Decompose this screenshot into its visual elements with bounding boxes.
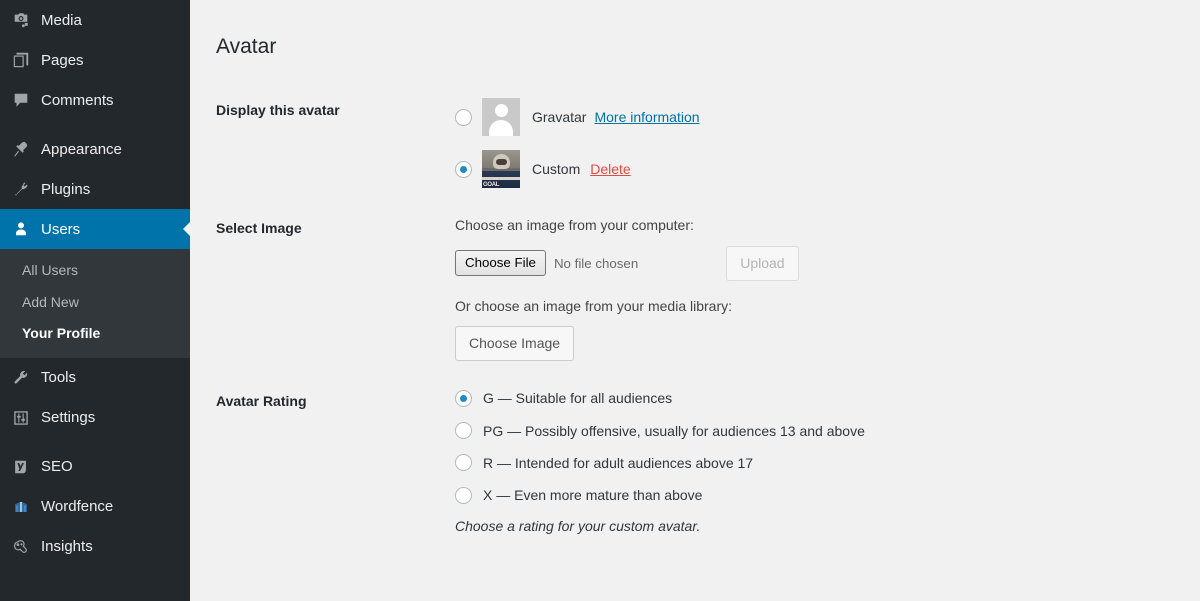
- sidebar-divider-2: [0, 438, 190, 447]
- custom-avatar-thumb: GOAL: [482, 150, 520, 189]
- computer-upload-help: Choose an image from your computer:: [455, 217, 694, 234]
- sidebar-subitem-your-profile[interactable]: Your Profile: [0, 318, 190, 350]
- pages-icon: [11, 50, 31, 70]
- choose-file-button[interactable]: Choose File: [455, 250, 546, 277]
- media-library-help: Or choose an image from your media libra…: [455, 297, 732, 314]
- sidebar-item-seo[interactable]: SEO: [0, 447, 190, 487]
- file-upload-row: Choose File No file chosen Upload: [455, 245, 1190, 281]
- rating-label-pg: PG — Possibly offensive, usually for aud…: [483, 422, 865, 439]
- gravatar-head-shape: [494, 104, 508, 118]
- sidebar-item-label: Wordfence: [41, 498, 114, 516]
- rating-label-r: R — Intended for adult audiences above 1…: [483, 454, 754, 471]
- avatar-option-custom[interactable]: GOAL Custom Delete: [455, 150, 1190, 189]
- select-image-label: Select Image: [216, 220, 302, 237]
- sidebar-item-label: Plugins: [41, 180, 91, 198]
- sidebar-item-settings[interactable]: Settings: [0, 398, 190, 438]
- sidebar-item-wordfence[interactable]: Wordfence: [0, 487, 190, 527]
- comments-icon: [11, 90, 31, 110]
- rating-label-x: X — Even more mature than above: [483, 487, 703, 504]
- settings-icon: [11, 408, 31, 428]
- rating-radio-pg[interactable]: [455, 422, 472, 440]
- users-submenu: All Users Add New Your Profile: [0, 249, 190, 358]
- avatar-file-input[interactable]: Choose File No file chosen: [455, 250, 639, 277]
- sidebar-item-label: Insights: [41, 538, 93, 556]
- main-content: Avatar Display this avatar Gravatar More…: [190, 0, 1200, 601]
- sidebar-item-label: SEO: [41, 458, 73, 476]
- select-image-controls: Choose an image from your computer: Choo…: [455, 202, 1200, 375]
- choose-image-button[interactable]: Choose Image: [455, 326, 575, 362]
- avatar-rating-description: Choose a rating for your custom avatar.: [455, 518, 701, 535]
- sidebar-item-plugins[interactable]: Plugins: [0, 169, 190, 209]
- tools-icon: [11, 368, 31, 388]
- gravatar-placeholder-thumb: [482, 98, 520, 137]
- file-status-text: No file chosen: [553, 255, 639, 271]
- sidebar-item-label: Settings: [41, 409, 96, 427]
- sidebar-subitem-add-new[interactable]: Add New: [0, 287, 190, 319]
- rating-label-g: G — Suitable for all audiences: [483, 390, 673, 407]
- delete-avatar-link[interactable]: Delete: [590, 161, 630, 177]
- avatar-settings-form: Display this avatar Gravatar More inform…: [190, 84, 1200, 548]
- sidebar-item-media[interactable]: Media: [0, 0, 190, 40]
- thumb-visor-shape: [496, 159, 507, 166]
- page-title: Avatar: [216, 35, 277, 58]
- rating-option-g[interactable]: G — Suitable for all audiences: [455, 389, 1190, 408]
- sidebar-divider-1: [0, 120, 190, 129]
- form-row-display-avatar: Display this avatar Gravatar More inform…: [190, 84, 1200, 202]
- sidebar-item-pages[interactable]: Pages: [0, 40, 190, 80]
- rating-option-r[interactable]: R — Intended for adult audiences above 1…: [455, 454, 1190, 472]
- sidebar-item-appearance[interactable]: Appearance: [0, 129, 190, 169]
- upload-button[interactable]: Upload: [726, 245, 799, 281]
- thumb-stripe-shape: [482, 177, 520, 181]
- sidebar-item-label: Users: [41, 220, 81, 238]
- insights-icon: [11, 537, 31, 557]
- plugins-icon: [11, 179, 31, 199]
- rating-option-pg[interactable]: PG — Possibly offensive, usually for aud…: [455, 422, 1190, 440]
- form-row-select-image: Select Image Choose an image from your c…: [190, 202, 1200, 375]
- more-information-link[interactable]: More information: [594, 109, 699, 125]
- avatar-rating-label: Avatar Rating: [216, 393, 307, 410]
- sidebar-item-label: Media: [41, 11, 82, 29]
- upload-button-wrapper: Upload: [726, 245, 799, 281]
- sidebar-item-label: Tools: [41, 369, 77, 387]
- rating-radio-x[interactable]: [455, 486, 472, 504]
- appearance-icon: [11, 139, 31, 159]
- sidebar-item-insights[interactable]: Insights: [0, 527, 190, 567]
- wordpress-admin-screen: Media Pages Comments Appearance Plugins …: [0, 0, 1200, 601]
- gravatar-caption: Gravatar: [532, 109, 587, 126]
- thumb-textmark: GOAL: [483, 182, 500, 189]
- sidebar-item-users[interactable]: Users: [0, 209, 190, 249]
- rating-option-x[interactable]: X — Even more mature than above: [455, 486, 1190, 504]
- media-icon: [11, 10, 31, 30]
- sidebar-item-comments[interactable]: Comments: [0, 80, 190, 120]
- wordfence-icon: [11, 497, 31, 517]
- sidebar-item-label: Appearance: [41, 140, 122, 158]
- rating-radio-g[interactable]: [455, 390, 472, 408]
- users-icon: [11, 219, 31, 239]
- sidebar-item-tools[interactable]: Tools: [0, 358, 190, 398]
- sidebar-item-label: Comments: [41, 91, 114, 109]
- sidebar-item-label: Pages: [41, 51, 84, 69]
- rating-radio-r[interactable]: [455, 454, 472, 472]
- custom-avatar-caption: Custom: [532, 161, 581, 178]
- form-row-avatar-rating: Avatar Rating G — Suitable for all audie…: [190, 375, 1200, 548]
- gravatar-body-shape: [489, 120, 513, 137]
- custom-avatar-radio[interactable]: [455, 160, 472, 178]
- avatar-rating-options: G — Suitable for all audiences PG — Poss…: [455, 375, 1200, 548]
- display-avatar-options: Gravatar More information GOAL Custom De…: [455, 84, 1200, 202]
- sidebar-subitem-all-users[interactable]: All Users: [0, 255, 190, 287]
- gravatar-radio[interactable]: [455, 108, 472, 126]
- avatar-option-gravatar[interactable]: Gravatar More information: [455, 98, 1190, 137]
- seo-icon: [11, 457, 31, 477]
- admin-sidebar: Media Pages Comments Appearance Plugins …: [0, 0, 190, 601]
- display-avatar-label: Display this avatar: [216, 102, 340, 119]
